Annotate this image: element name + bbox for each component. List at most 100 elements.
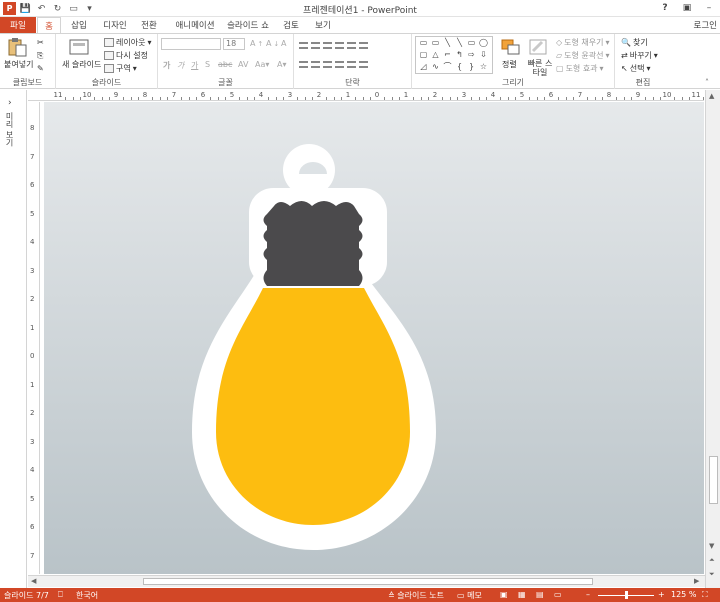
rect-shape-icon[interactable]: ▭ <box>466 39 477 47</box>
tab-design[interactable]: 디자인 <box>100 17 130 33</box>
horizontal-scrollbar[interactable]: ◀ ▶ <box>28 575 705 587</box>
collapse-ribbon-icon[interactable]: ˄ <box>705 78 709 87</box>
line-shape-icon[interactable]: ╲ <box>442 39 453 47</box>
tab-home[interactable]: 홈 <box>37 17 61 34</box>
elbow-shape-icon[interactable]: ⌐ <box>442 51 453 59</box>
previous-slide-icon[interactable]: ⏶ <box>709 556 715 565</box>
slide[interactable] <box>44 102 704 574</box>
copy-icon[interactable]: ⎘ <box>37 51 43 61</box>
scroll-up-icon[interactable]: ▲ <box>709 92 714 100</box>
tab-insert[interactable]: 삽입 <box>68 17 90 33</box>
next-slide-icon[interactable]: ⏷ <box>709 570 715 579</box>
slide-sorter-icon[interactable]: ▦ <box>518 590 526 599</box>
scribble-shape-icon[interactable]: ∿ <box>430 63 441 71</box>
ruler-tick-mark <box>413 97 415 100</box>
change-case-icon[interactable]: Aa▾ <box>255 60 269 69</box>
minimize-icon[interactable]: – <box>698 0 720 16</box>
bold-icon[interactable]: 가 <box>163 60 170 71</box>
oval-shape-icon[interactable]: ◯ <box>478 39 489 47</box>
select-button[interactable]: ↖ 선택 ▾ <box>621 63 650 74</box>
new-slide-button[interactable]: 새 슬라이드 <box>62 59 101 70</box>
ruler-tick-label: 3 <box>30 266 35 275</box>
normal-view-icon[interactable]: ▣ <box>500 590 508 599</box>
arrange-icon[interactable] <box>500 37 522 57</box>
language-indicator[interactable]: 한국어 <box>76 590 98 601</box>
quick-styles-button[interactable]: 빠른 스타일 <box>526 59 554 77</box>
grow-font-icon[interactable]: A ↑ <box>250 39 263 48</box>
arrow-shape-icon[interactable]: ╲ <box>454 39 465 47</box>
format-painter-icon[interactable]: ✎ <box>37 64 44 73</box>
section-button[interactable]: 구역 ▾ <box>104 63 137 74</box>
tab-animations[interactable]: 애니메이션 <box>171 17 219 33</box>
char-spacing-icon[interactable]: AV <box>238 60 248 69</box>
arrange-button[interactable]: 정렬 <box>502 59 517 70</box>
horizontal-scroll-thumb[interactable] <box>143 578 593 585</box>
curve-shape-icon[interactable]: ↰ <box>454 51 465 59</box>
thumbnail-pane: › 미리 보기 <box>0 90 27 588</box>
strikethrough-icon[interactable]: abc <box>218 60 232 69</box>
underline-icon[interactable]: 가 <box>191 60 198 71</box>
font-size-field[interactable]: 18 <box>223 38 245 50</box>
tab-transitions[interactable]: 전환 <box>138 17 160 33</box>
spellcheck-icon[interactable]: ⎕ <box>58 590 63 600</box>
brace-shape-icon[interactable]: { <box>454 63 465 71</box>
comments-button[interactable]: ▭ 메모 <box>457 590 482 601</box>
tab-view[interactable]: 보기 <box>312 17 334 33</box>
shape-effects-button[interactable]: ▢ 도형 효과 ▾ <box>556 63 604 74</box>
shapes-gallery[interactable]: ▭ ▭ ╲ ╲ ▭ ◯ ▢ △ ⌐ ↰ ⇨ ⇩ ◿ ∿ ⌒ { } ☆ <box>415 36 493 74</box>
quick-styles-icon[interactable] <box>527 37 549 57</box>
scroll-right-icon[interactable]: ▶ <box>694 577 699 585</box>
triangle-shape-icon[interactable]: △ <box>430 51 441 59</box>
tab-review[interactable]: 검토 <box>280 17 302 33</box>
notes-button[interactable]: ≙ 슬라이드 노트 <box>388 590 444 601</box>
zoom-out-icon[interactable]: – <box>586 590 590 599</box>
cut-icon[interactable]: ✂ <box>37 38 44 47</box>
vertical-scrollbar[interactable]: ▲ ▼ ⏶ ⏷ <box>705 90 720 588</box>
help-button[interactable]: ? <box>654 0 676 16</box>
ribbon-display-options-icon[interactable]: ▣ <box>676 0 698 16</box>
list-buttons[interactable] <box>299 42 368 49</box>
textbox-vertical-shape-icon[interactable]: ▭ <box>430 39 441 47</box>
horizontal-ruler: 11 10 9 8 7 6 5 4 3 2 1 0 1 2 3 4 5 6 7 8 9 10 11 <box>28 90 719 101</box>
new-slide-icon[interactable] <box>68 37 90 57</box>
paste-button[interactable]: 붙여넣기 <box>4 59 33 70</box>
freeform-shape-icon[interactable]: ◿ <box>418 63 429 71</box>
shape-fill-button[interactable]: ◇ 도형 채우기 ▾ <box>556 37 610 48</box>
slideshow-view-icon[interactable]: ▭ <box>554 590 562 599</box>
zoom-in-icon[interactable]: + <box>658 590 665 599</box>
scroll-down-icon[interactable]: ▼ <box>709 542 714 550</box>
paste-label: 붙여넣기 <box>4 60 34 69</box>
zoom-slider-handle[interactable] <box>625 591 628 599</box>
zoom-level[interactable]: 125 % <box>671 590 696 599</box>
expand-pane-icon[interactable]: › <box>8 98 12 108</box>
ruler-tick-mark <box>65 97 67 100</box>
login-link[interactable]: 로그인 <box>694 19 717 31</box>
scroll-left-icon[interactable]: ◀ <box>31 577 36 585</box>
clear-format-icon[interactable]: A <box>281 39 286 48</box>
right-arrow-shape-icon[interactable]: ⇨ <box>466 51 477 59</box>
vertical-scroll-thumb[interactable] <box>709 456 718 504</box>
shrink-font-icon[interactable]: A ↓ <box>266 39 279 48</box>
star-shape-icon[interactable]: ☆ <box>478 63 489 71</box>
reading-view-icon[interactable]: ▤ <box>536 590 544 599</box>
fit-to-window-icon[interactable]: ⛶ <box>702 590 708 600</box>
brace-right-shape-icon[interactable]: } <box>466 63 477 71</box>
layout-button[interactable]: 레이아웃 ▾ <box>104 37 151 48</box>
tab-slideshow[interactable]: 슬라이드 쇼 <box>226 17 270 33</box>
find-button[interactable]: 🔍 찾기 <box>621 37 648 48</box>
align-buttons[interactable] <box>299 61 368 68</box>
down-arrow-shape-icon[interactable]: ⇩ <box>478 51 489 59</box>
shape-outline-button[interactable]: ▱ 도형 윤곽선 ▾ <box>556 50 610 61</box>
reset-button[interactable]: 다시 설정 <box>104 50 148 61</box>
italic-icon[interactable]: 가 <box>177 60 184 71</box>
lightbulb-graphic[interactable] <box>44 102 704 574</box>
font-color-icon[interactable]: A▾ <box>277 60 287 69</box>
arc-shape-icon[interactable]: ⌒ <box>442 63 453 71</box>
tab-file[interactable]: 파일 <box>0 17 36 33</box>
font-name-field[interactable] <box>161 38 221 50</box>
rounded-rect-shape-icon[interactable]: ▢ <box>418 51 429 59</box>
shadow-icon[interactable]: S <box>205 60 210 69</box>
replace-button[interactable]: ⇄ 바꾸기 ▾ <box>621 50 658 61</box>
textbox-shape-icon[interactable]: ▭ <box>418 39 429 47</box>
paste-icon[interactable] <box>6 37 28 57</box>
